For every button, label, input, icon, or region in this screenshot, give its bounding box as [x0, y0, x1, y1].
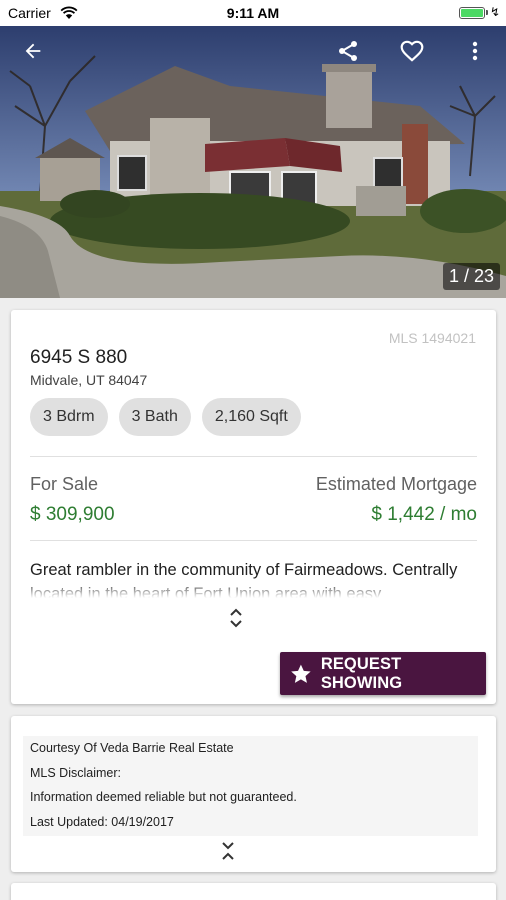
more-options-button[interactable] [460, 36, 490, 66]
description: Great rambler in the community of Fairme… [30, 561, 458, 598]
back-button[interactable] [18, 36, 48, 66]
price: $ 309,900 [30, 504, 115, 525]
feature-chips: 3 Bdrm 3 Bath 2,160 Sqft [30, 398, 301, 436]
heart-icon [400, 40, 424, 62]
star-icon [291, 664, 311, 683]
expand-description-button[interactable] [226, 605, 246, 631]
next-card [11, 883, 496, 900]
mortgage-label: Estimated Mortgage [315, 474, 477, 494]
status-label: For Sale [30, 474, 99, 494]
listing-card: MLS 1494021 6945 S 880 Midvale, UT 84047… [11, 310, 496, 704]
battery-icon [459, 7, 485, 19]
mls-disclaimer-label: MLS Disclaimer: [30, 765, 121, 780]
house-photo [0, 26, 506, 298]
battery-tip [486, 10, 488, 15]
bedrooms-chip: 3 Bdrm [30, 398, 108, 436]
more-vertical-icon [472, 41, 478, 61]
sqft-chip: 2,160 Sqft [201, 398, 301, 436]
expand-icon [230, 608, 242, 628]
listing-photo[interactable]: 1 / 23 [0, 26, 506, 298]
mortgage-value[interactable]: $ 1,442 / mo [371, 504, 477, 526]
clock: 9:11 AM [226, 5, 280, 21]
share-icon [339, 41, 357, 61]
status-bar: Carrier 9:11 AM ↯ [0, 0, 506, 26]
disclaimer-text: Information deemed reliable but not guar… [30, 790, 297, 804]
collapse-disclaimer-button[interactable] [218, 838, 238, 864]
disclaimer-card: Courtesy Of Veda Barrie Real Estate MLS … [11, 716, 496, 872]
bathrooms-chip: 3 Bath [118, 398, 191, 436]
collapse-icon [222, 842, 234, 860]
request-showing-button[interactable]: REQUEST SHOWING [280, 652, 486, 695]
divider [30, 456, 477, 457]
divider [30, 540, 477, 541]
back-arrow-icon [25, 43, 41, 59]
disclaimer-box: Courtesy Of Veda Barrie Real Estate MLS … [23, 736, 478, 836]
share-button[interactable] [333, 36, 363, 66]
mls-number: MLS 1494021 [388, 330, 476, 346]
courtesy-line: Courtesy Of Veda Barrie Real Estate [30, 741, 234, 755]
favorite-button[interactable] [397, 36, 427, 66]
charging-icon: ↯ [489, 5, 500, 19]
address-line1: 6945 S 880 [30, 347, 128, 368]
request-showing-label: REQUEST SHOWING [320, 654, 403, 692]
address-line2: Midvale, UT 84047 [30, 372, 148, 388]
photo-counter: 1 / 23 [442, 263, 500, 290]
last-updated: Last Updated: 04/19/2017 [30, 814, 174, 829]
